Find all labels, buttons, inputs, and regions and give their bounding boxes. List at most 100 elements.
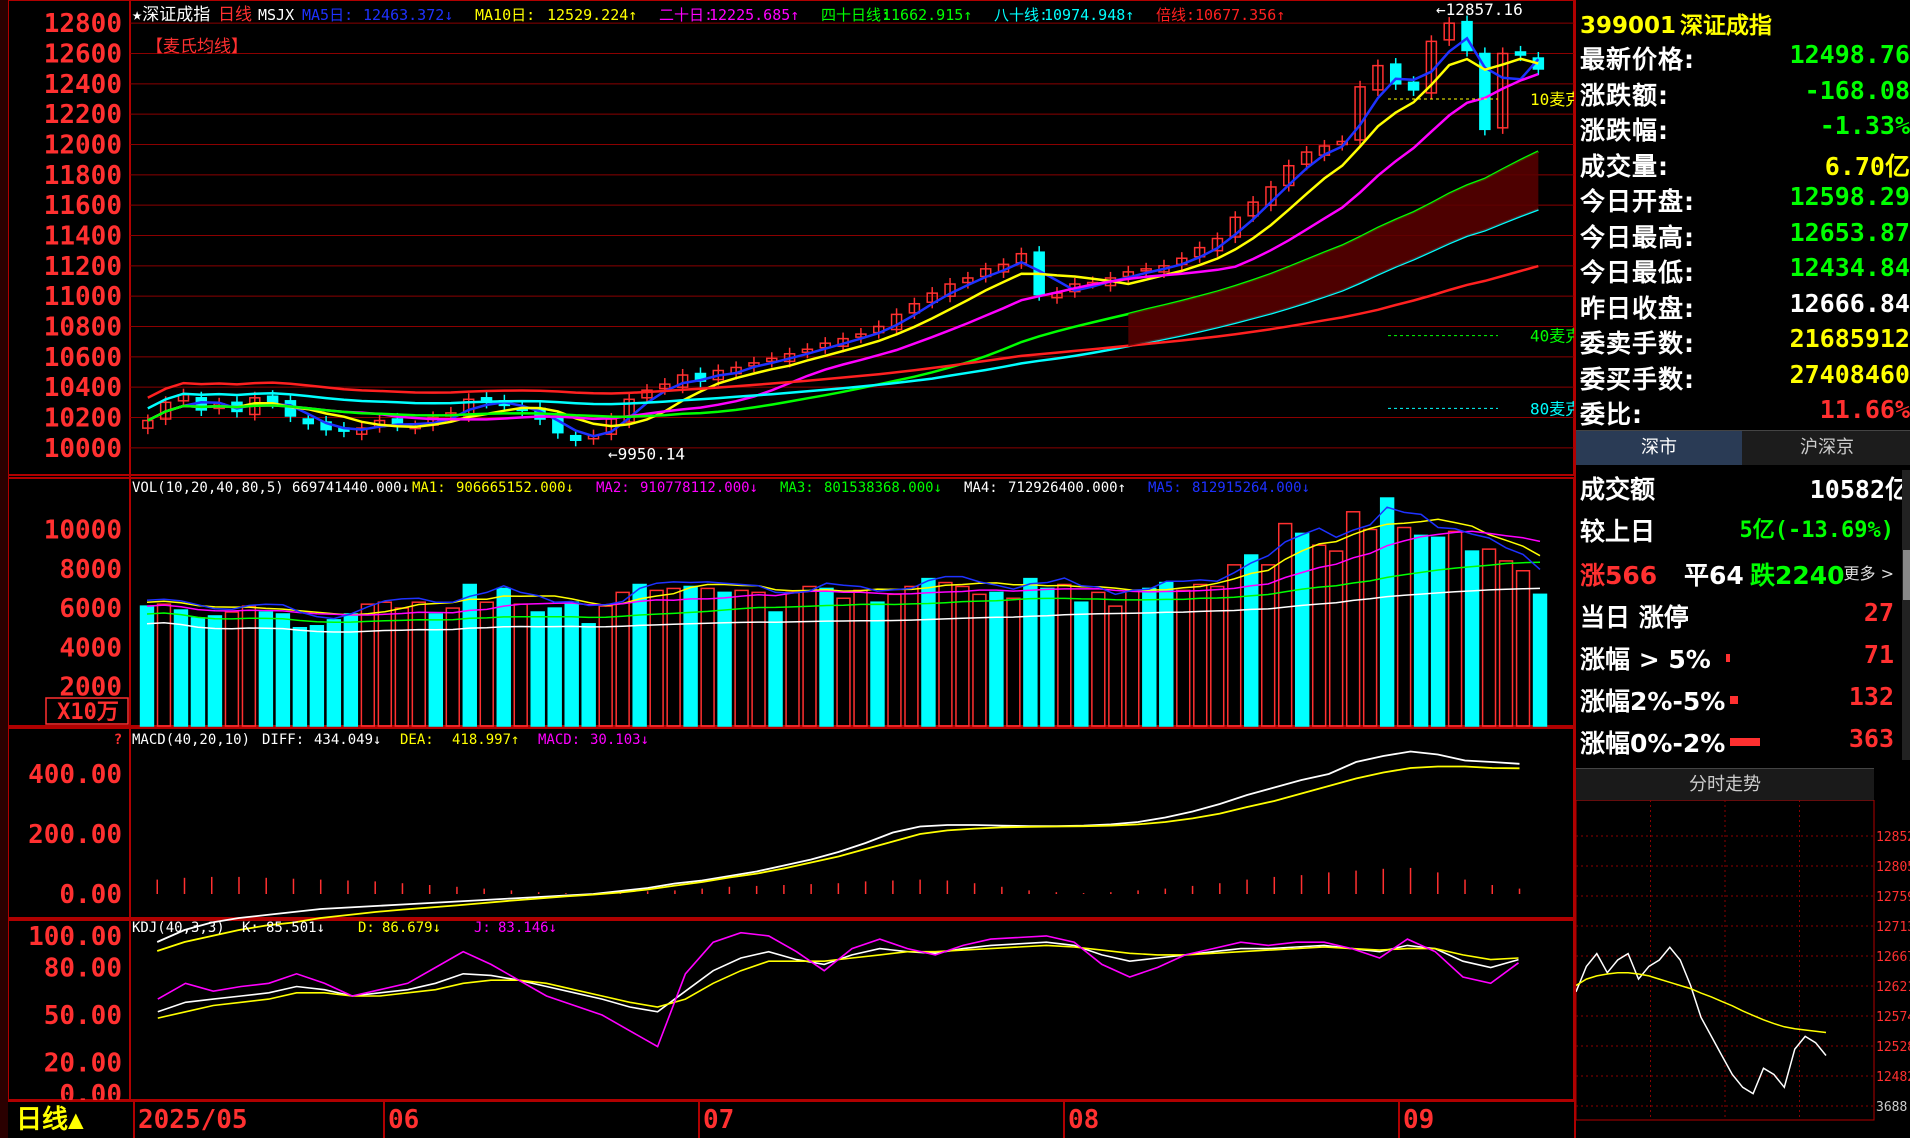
limit-up-label: 当日 涨停 bbox=[1580, 603, 1689, 632]
volume-bar bbox=[292, 626, 308, 727]
main-period: 日线 bbox=[218, 5, 252, 25]
candle-body bbox=[1479, 52, 1491, 131]
vol-tick-label: 10000 bbox=[44, 515, 122, 545]
kline-chart[interactable]: 1000010200104001060010800110001120011400… bbox=[8, 0, 1574, 1138]
volume-bar bbox=[700, 587, 715, 727]
candle-body bbox=[266, 395, 279, 404]
volume-bar bbox=[309, 625, 325, 727]
vol-value: 669741440.000↓ bbox=[292, 480, 410, 496]
vs-prev-label: 较上日 bbox=[1580, 517, 1656, 546]
main-legend-value: 12225.685↑ bbox=[709, 6, 799, 24]
y-tick-label: 10000 bbox=[44, 434, 122, 464]
range-2-value: 132 bbox=[1848, 682, 1894, 711]
kdj-tick-label: 100.00 bbox=[28, 922, 122, 952]
main-legend-label: MA10日: bbox=[475, 6, 535, 24]
range-row-3: 涨幅0%-2% 363 bbox=[1580, 724, 1910, 760]
high-label: ←12857.16 bbox=[1436, 0, 1523, 19]
volume-bar bbox=[428, 613, 443, 727]
main-legend-label: 八十线: bbox=[994, 6, 1048, 24]
volume-bar bbox=[1379, 497, 1395, 727]
period-label: 日线▲ bbox=[16, 1105, 84, 1135]
vol-legend-label: MA1: bbox=[412, 480, 446, 496]
vol-legend-label: MA5: bbox=[1148, 480, 1182, 496]
kdj-tick-label: 50.00 bbox=[44, 1001, 122, 1031]
panel-scrollbar[interactable] bbox=[1902, 470, 1910, 760]
quote-row: 昨日收盘: 12666.84 bbox=[1580, 289, 1910, 323]
vol-legend-value: 712926400.000↑ bbox=[1008, 480, 1126, 496]
y-tick-label: 11600 bbox=[44, 191, 122, 221]
range-1-bar bbox=[1726, 654, 1730, 662]
mini-tick-label: 12574 bbox=[1876, 1010, 1910, 1025]
vol-tick-label: 4000 bbox=[59, 633, 122, 663]
range-2-bar bbox=[1730, 696, 1738, 704]
volume-bar bbox=[207, 615, 223, 727]
quote-row-label: 今日开盘: bbox=[1580, 187, 1695, 216]
volume-bar bbox=[785, 591, 800, 727]
quote-row-label: 涨跌额: bbox=[1580, 80, 1669, 110]
range-1-label: 涨幅 > 5% bbox=[1580, 645, 1711, 674]
range-row-1: 涨幅 > 5% 71 bbox=[1580, 640, 1910, 676]
up-count: 涨566 bbox=[1580, 561, 1658, 590]
range-3-label: 涨幅0%-2% bbox=[1580, 729, 1726, 758]
y-tick-label: 10800 bbox=[44, 313, 122, 343]
turnover-row: 成交额 10582亿 bbox=[1580, 470, 1910, 506]
intraday-chart[interactable]: 12852 12805 12759 12713 12667 12621 12574 12528… bbox=[1576, 800, 1910, 1138]
tab-shenzhen[interactable]: 深市 bbox=[1576, 431, 1742, 465]
kdj-tick-label: 80.00 bbox=[44, 954, 122, 984]
vol-legend-value: 801538368.000↓ bbox=[824, 480, 942, 496]
volume-bar bbox=[1074, 601, 1089, 727]
macd-legend-value: 418.997↑ bbox=[452, 732, 519, 748]
candle-body bbox=[302, 418, 315, 425]
volume-bar bbox=[1345, 511, 1361, 727]
panel-frame-0 bbox=[8, 0, 1574, 476]
volume-bar bbox=[853, 589, 868, 727]
low-label: ←9950.14 bbox=[608, 444, 685, 463]
main-formula: MSJX bbox=[258, 6, 294, 24]
range-3-bar bbox=[1730, 738, 1760, 746]
line40-label: 40麦克 bbox=[1530, 327, 1574, 346]
mini-line-价格 bbox=[1576, 946, 1827, 1095]
volume-bar bbox=[1193, 583, 1208, 727]
range-1-value: 71 bbox=[1863, 640, 1894, 669]
main-tag: 【麦氏均线】 bbox=[146, 37, 248, 57]
vol-legend-value: 906665152.000↓ bbox=[456, 480, 574, 496]
ma-line-MA20 bbox=[147, 72, 1539, 422]
tab-all-markets[interactable]: 沪深京 bbox=[1744, 431, 1910, 465]
chart-stage: 10000 10200 10400 10600 10800 11000 11200 11400… bbox=[0, 0, 1910, 1138]
vol-title: VOL(10,20,40,80,5) bbox=[132, 480, 284, 496]
mini-tick-label: 12482 bbox=[1876, 1070, 1910, 1085]
quote-row-label: 最新价格: bbox=[1580, 45, 1695, 74]
quote-row-label: 委买手数: bbox=[1580, 364, 1695, 394]
scrollbar-thumb[interactable] bbox=[1903, 550, 1910, 600]
line10-label: 10麦克 bbox=[1530, 90, 1574, 109]
volume-bar bbox=[190, 617, 206, 727]
kdj-legend-value: 86.679↓ bbox=[382, 920, 441, 936]
volume-bar bbox=[1125, 589, 1140, 727]
quote-row-value: 12434.84 bbox=[1789, 253, 1910, 282]
quote-row: 最新价格: 12498.76 bbox=[1580, 40, 1910, 74]
y-tick-label: 11400 bbox=[44, 222, 122, 252]
quote-row-label: 昨日收盘: bbox=[1580, 293, 1695, 323]
candle-body bbox=[569, 434, 582, 442]
volume-bar bbox=[989, 591, 1004, 727]
mini-tick-label: 12852 bbox=[1876, 830, 1910, 845]
main-legend-value: 10677.356↑ bbox=[1195, 6, 1285, 24]
volume-bar bbox=[598, 605, 613, 727]
quote-row: 委买手数: 27408460 bbox=[1580, 360, 1910, 394]
main-legend-label: MA5日: bbox=[302, 6, 353, 24]
volume-bar bbox=[1498, 560, 1514, 727]
volume-bar bbox=[581, 623, 596, 727]
volume-bar bbox=[1040, 587, 1055, 727]
y-tick-label: 10600 bbox=[44, 343, 122, 373]
quote-row-label: 今日最低: bbox=[1580, 258, 1695, 287]
quote-row-value: -168.08 bbox=[1804, 75, 1910, 105]
month-label: 08 bbox=[1068, 1105, 1099, 1135]
volume-bar bbox=[411, 601, 427, 727]
vol-ma-line bbox=[146, 518, 1541, 616]
main-legend-value: 11662.915↑ bbox=[882, 6, 972, 24]
volume-bar bbox=[734, 589, 749, 727]
range-row-2: 涨幅2%-5% 132 bbox=[1580, 682, 1910, 718]
more-link[interactable]: 更多 > bbox=[1844, 560, 1895, 584]
y-tick-label: 10200 bbox=[44, 404, 122, 434]
mini-chart-title[interactable]: 分时走势 bbox=[1576, 768, 1874, 801]
